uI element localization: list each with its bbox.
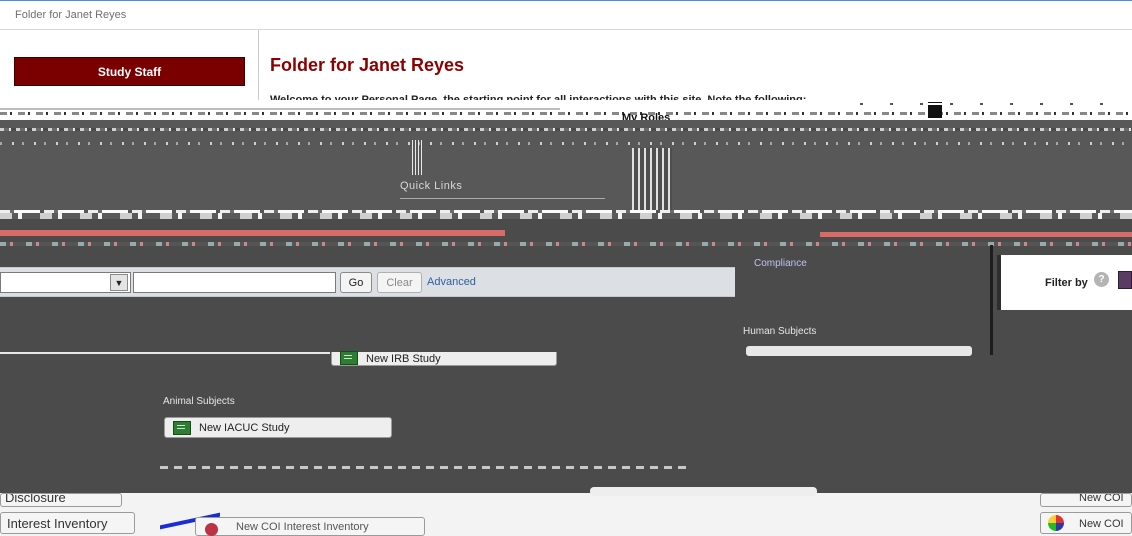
interest-inventory-label: Interest Inventory xyxy=(7,516,108,531)
compliance-heading: Compliance xyxy=(754,258,807,269)
new-irb-study-button[interactable]: New IRB Study xyxy=(331,351,557,366)
search-input[interactable] xyxy=(133,272,336,293)
new-coi-interest-inventory-label: New COI Interest Inventory xyxy=(236,521,369,533)
animal-subjects-heading: Animal Subjects xyxy=(163,396,235,407)
help-icon[interactable]: ? xyxy=(1094,272,1109,287)
human-subjects-button-fragment[interactable] xyxy=(746,346,972,356)
coi-icon xyxy=(1048,515,1064,531)
rendering-artifact-row xyxy=(160,466,690,469)
new-coi-interest-inventory-button[interactable]: New COI Interest Inventory xyxy=(195,517,425,536)
highlight-bar-left xyxy=(0,230,505,236)
rendering-artifact-band xyxy=(0,100,1132,120)
rendering-artifact-row xyxy=(0,213,1132,219)
new-study-icon xyxy=(173,420,191,435)
go-button-label: Go xyxy=(348,276,364,289)
interest-inventory-button[interactable]: Interest Inventory xyxy=(0,512,135,534)
bottom-strip xyxy=(0,493,1132,536)
rendering-artifact-row xyxy=(0,352,330,354)
new-coi-label: New COI xyxy=(1079,518,1124,530)
filter-by-label: Filter by xyxy=(1045,277,1088,289)
window-title: Folder for Janet Reyes xyxy=(15,9,127,21)
quick-links-heading: Quick Links xyxy=(400,180,463,192)
go-button[interactable]: Go xyxy=(340,272,372,293)
coi-icon xyxy=(205,523,218,536)
chevron-down-icon[interactable]: ▼ xyxy=(110,274,128,291)
human-subjects-heading: Human Subjects xyxy=(743,326,817,337)
quick-links-underline xyxy=(400,198,605,199)
rendering-artifact-row xyxy=(0,242,1132,246)
disclosure-label: Disclosure xyxy=(5,493,66,505)
new-iacuc-study-label: New IACUC Study xyxy=(199,421,290,434)
disclosure-button[interactable]: Disclosure xyxy=(0,493,122,507)
rendering-artifact-row xyxy=(590,487,817,496)
panel-divider xyxy=(990,245,993,355)
new-coi-label-top: New COI xyxy=(1079,493,1124,504)
filter-expand-icon[interactable] xyxy=(1118,271,1132,289)
study-staff-label: Study Staff xyxy=(97,64,162,79)
column-divider xyxy=(258,30,259,100)
study-staff-button[interactable]: Study Staff xyxy=(14,57,245,86)
clear-button[interactable]: Clear xyxy=(377,272,422,293)
new-coi-button-top[interactable]: New COI xyxy=(1040,493,1132,507)
highlight-bar-right xyxy=(820,232,1132,237)
page-title: Folder for Janet Reyes xyxy=(270,55,465,75)
advanced-search-link[interactable]: Advanced xyxy=(427,276,476,288)
new-study-icon xyxy=(340,351,358,365)
new-iacuc-study-button[interactable]: New IACUC Study xyxy=(164,417,392,438)
window-title-bar: Folder for Janet Reyes xyxy=(0,0,1132,30)
new-irb-study-label: New IRB Study xyxy=(366,353,441,365)
clear-button-label: Clear xyxy=(386,276,413,289)
overlay-region-top xyxy=(0,120,1132,214)
